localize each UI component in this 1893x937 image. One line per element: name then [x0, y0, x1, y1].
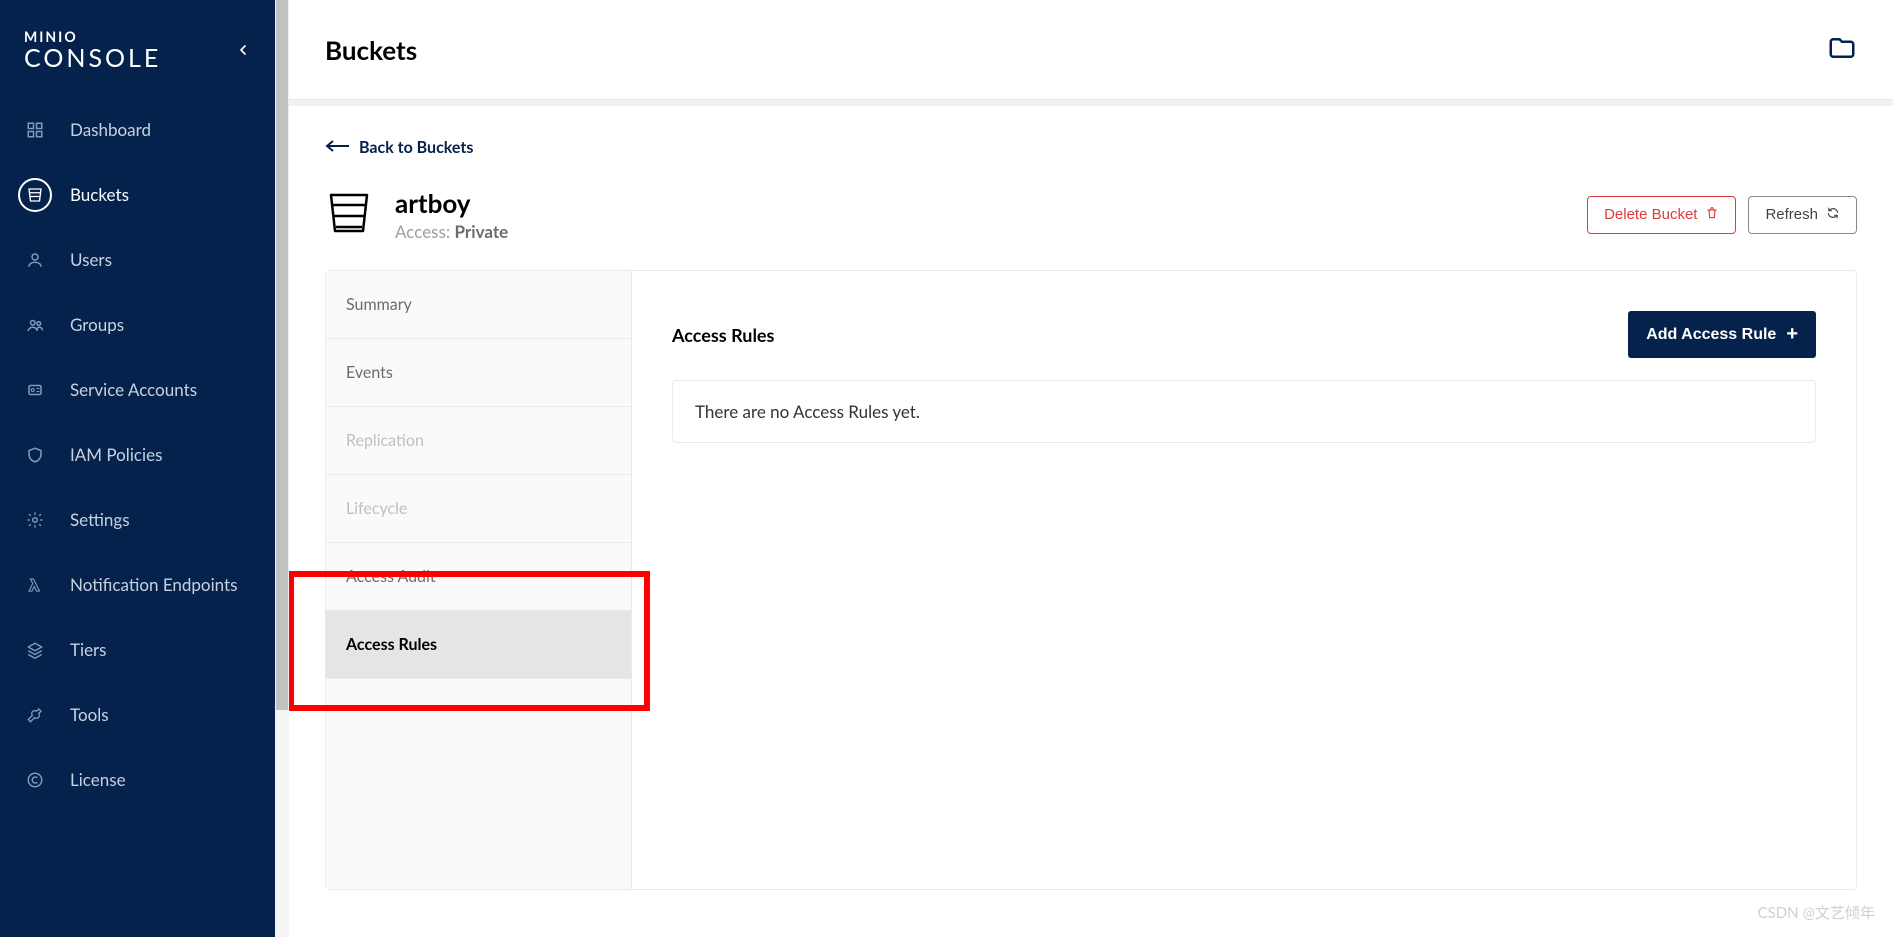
chevron-left-icon	[235, 42, 251, 58]
bucket-actions: Delete Bucket Refresh	[1587, 196, 1857, 234]
tab-replication[interactable]: Replication	[326, 407, 631, 475]
tab-summary[interactable]: Summary	[326, 271, 631, 339]
sidebar-item-label: Settings	[70, 509, 130, 530]
sidebar-item-label: Dashboard	[70, 119, 151, 140]
main: Buckets Back to Buckets artboy	[289, 0, 1893, 937]
back-to-buckets-link[interactable]: Back to Buckets	[325, 138, 473, 157]
tab-events[interactable]: Events	[326, 339, 631, 407]
detail-panel: Summary Events Replication Lifecycle Acc…	[325, 270, 1857, 890]
sidebar-item-notification-endpoints[interactable]: Notification Endpoints	[0, 552, 275, 617]
section-title: Access Rules	[672, 324, 774, 346]
folder-icon[interactable]	[1827, 33, 1857, 67]
sidebar-item-settings[interactable]: Settings	[0, 487, 275, 552]
sidebar-item-license[interactable]: License	[0, 747, 275, 812]
logo: MINIO CONSOLE	[24, 30, 161, 71]
back-link-label: Back to Buckets	[359, 138, 473, 157]
tab-access-audit[interactable]: Access Audit	[326, 543, 631, 611]
watermark: CSDN @文艺倾年	[1758, 902, 1875, 923]
gear-icon	[18, 503, 52, 537]
sidebar-item-label: Groups	[70, 314, 124, 335]
sidebar-item-label: Tiers	[70, 639, 107, 660]
shield-icon	[18, 438, 52, 472]
logo-brand: MINIO	[24, 30, 161, 44]
plus-icon: +	[1786, 323, 1798, 346]
add-access-rule-label: Add Access Rule	[1646, 326, 1776, 344]
logo-area: MINIO CONSOLE	[0, 0, 275, 93]
bucket-access-value: Private	[455, 221, 509, 242]
sidebar-item-label: IAM Policies	[70, 444, 162, 465]
service-accounts-icon	[18, 373, 52, 407]
collapse-sidebar-button[interactable]	[235, 40, 251, 62]
empty-state: There are no Access Rules yet.	[672, 380, 1816, 443]
sidebar: MINIO CONSOLE Dashboard Buckets Users	[0, 0, 275, 937]
refresh-icon	[1826, 206, 1840, 224]
sidebar-item-users[interactable]: Users	[0, 227, 275, 292]
bucket-icon	[18, 178, 52, 212]
bucket-name: artboy	[395, 187, 508, 219]
sidebar-item-label: Notification Endpoints	[70, 574, 237, 595]
sidebar-scrollbar[interactable]	[275, 0, 289, 710]
bucket-large-icon	[325, 189, 373, 241]
lambda-icon	[18, 568, 52, 602]
add-access-rule-button[interactable]: Add Access Rule +	[1628, 311, 1816, 358]
sidebar-item-iam-policies[interactable]: IAM Policies	[0, 422, 275, 487]
nav: Dashboard Buckets Users Groups Service A…	[0, 93, 275, 812]
bucket-access: Access: Private	[395, 221, 508, 242]
delete-bucket-label: Delete Bucket	[1604, 206, 1697, 223]
groups-icon	[18, 308, 52, 342]
page-title: Buckets	[325, 34, 417, 66]
tab-access-rules[interactable]: Access Rules	[326, 611, 631, 679]
dashboard-icon	[18, 113, 52, 147]
delete-bucket-button[interactable]: Delete Bucket	[1587, 196, 1736, 234]
topbar: Buckets	[289, 0, 1893, 100]
tab-lifecycle[interactable]: Lifecycle	[326, 475, 631, 543]
tiers-icon	[18, 633, 52, 667]
section-header: Access Rules Add Access Rule +	[672, 311, 1816, 358]
trash-icon	[1705, 206, 1719, 224]
bucket-access-label: Access:	[395, 221, 450, 242]
bucket-title-wrap: artboy Access: Private	[325, 187, 508, 242]
sidebar-item-label: Service Accounts	[70, 379, 197, 400]
arrow-left-icon	[325, 138, 349, 157]
refresh-button[interactable]: Refresh	[1748, 196, 1857, 234]
logo-product: CONSOLE	[24, 46, 161, 71]
license-icon	[18, 763, 52, 797]
sidebar-item-dashboard[interactable]: Dashboard	[0, 97, 275, 162]
sidebar-item-service-accounts[interactable]: Service Accounts	[0, 357, 275, 422]
sidebar-item-tools[interactable]: Tools	[0, 682, 275, 747]
sidebar-item-buckets[interactable]: Buckets	[0, 162, 275, 227]
sidebar-item-label: License	[70, 769, 126, 790]
bucket-header: artboy Access: Private Delete Bucket	[325, 187, 1857, 242]
sidebar-item-label: Tools	[70, 704, 109, 725]
sidebar-item-label: Buckets	[70, 184, 129, 205]
sidebar-item-label: Users	[70, 249, 112, 270]
tab-content: Access Rules Add Access Rule + There are…	[632, 271, 1856, 889]
content: Back to Buckets artboy Access: Private	[289, 100, 1893, 937]
bucket-tabs: Summary Events Replication Lifecycle Acc…	[326, 271, 632, 889]
user-icon	[18, 243, 52, 277]
sidebar-item-tiers[interactable]: Tiers	[0, 617, 275, 682]
refresh-label: Refresh	[1765, 206, 1818, 223]
tools-icon	[18, 698, 52, 732]
sidebar-item-groups[interactable]: Groups	[0, 292, 275, 357]
